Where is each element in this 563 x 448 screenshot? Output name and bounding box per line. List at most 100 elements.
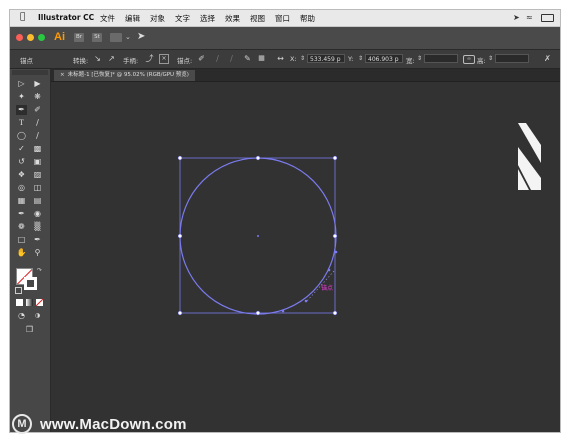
menu-file[interactable]: 文件: [100, 13, 115, 24]
shape-builder-tool-icon[interactable]: ◎: [16, 183, 27, 193]
anchor-point-bottom[interactable]: [281, 309, 285, 313]
height-field[interactable]: [495, 54, 529, 63]
curvature-tool-icon[interactable]: ✐: [32, 105, 43, 115]
convert-corner-icon[interactable]: ↘: [93, 54, 102, 63]
chevron-down-icon[interactable]: ⌄: [125, 33, 131, 41]
menu-window[interactable]: 窗口: [275, 13, 290, 24]
isolate-icon[interactable]: ✎: [243, 54, 252, 63]
change-screen-mode-icon[interactable]: ❒: [24, 325, 35, 335]
workspace-layout-icon[interactable]: [110, 33, 122, 42]
anchor-point-lower[interactable]: [304, 299, 308, 303]
column-graph-tool-icon[interactable]: ▒: [32, 222, 43, 232]
show-handles-icon[interactable]: ⤴: [145, 54, 154, 63]
menu-app-name[interactable]: Illustrator CC: [38, 13, 94, 22]
line-tool-icon[interactable]: ∕: [32, 118, 43, 128]
draw-mode-icon[interactable]: ◔: [16, 311, 27, 321]
document-tab-title: 未标题-1 [已恢复]* @ 95.02% (RGB/GPU 预览): [67, 72, 189, 78]
bridge-icon[interactable]: Br: [74, 33, 84, 42]
selection-tool-icon[interactable]: ▷: [16, 79, 27, 89]
gradient-mode-button[interactable]: [26, 299, 33, 306]
remove-anchor-icon[interactable]: ✐: [197, 54, 206, 63]
none-mode-button[interactable]: [36, 299, 43, 306]
handle-middle-right[interactable]: [332, 233, 338, 239]
menu-object[interactable]: 对象: [150, 13, 165, 24]
watermark-text: www.MacDown.com: [40, 416, 187, 433]
apple-icon[interactable]: : [20, 12, 25, 22]
anchor-point-right[interactable]: [334, 250, 338, 254]
default-fill-stroke-icon[interactable]: [15, 287, 22, 294]
cut-path-icon[interactable]: ∕: [227, 54, 236, 63]
handle-bottom-left[interactable]: [177, 310, 183, 316]
anchor-point-lower-right[interactable]: [327, 268, 331, 272]
menu-type[interactable]: 文字: [175, 13, 190, 24]
stroke-swatch[interactable]: [24, 277, 37, 290]
hand-tool-icon[interactable]: ✋: [16, 248, 27, 258]
blend-tool-icon[interactable]: ◉: [32, 209, 43, 219]
artboard-canvas[interactable]: 锚点: [51, 82, 560, 432]
color-mode-button[interactable]: [16, 299, 23, 306]
eraser-tool-icon[interactable]: ▩: [32, 144, 43, 154]
symbol-sprayer-tool-icon[interactable]: ❁: [16, 222, 27, 232]
handle-bottom-middle[interactable]: [255, 310, 261, 316]
transform-options-icon[interactable]: ↔: [276, 54, 285, 63]
battery-icon[interactable]: [541, 14, 554, 22]
screen-mode-icon[interactable]: ◑: [32, 311, 43, 321]
magic-wand-tool-icon[interactable]: ✦: [16, 92, 27, 102]
menu-select[interactable]: 选择: [200, 13, 215, 24]
handle-bottom-right[interactable]: [332, 310, 338, 316]
location-arrow-icon[interactable]: ➤: [513, 13, 520, 22]
lasso-tool-icon[interactable]: ❋: [32, 92, 43, 102]
free-transform-tool-icon[interactable]: ▨: [32, 170, 43, 180]
stock-icon[interactable]: St: [92, 33, 102, 42]
ellipse-tool-icon[interactable]: ◯: [16, 131, 27, 141]
handle-top-left[interactable]: [177, 155, 183, 161]
rotate-tool-icon[interactable]: ↺: [16, 157, 27, 167]
scale-tool-icon[interactable]: ▣: [32, 157, 43, 167]
handle-middle-left[interactable]: [177, 233, 183, 239]
zoom-tool-icon[interactable]: ⚲: [32, 248, 43, 258]
slice-tool-icon[interactable]: ✒: [32, 235, 43, 245]
hide-handles-icon[interactable]: ×: [159, 54, 169, 64]
constrain-proportions-icon[interactable]: ∞: [463, 55, 475, 64]
menu-help[interactable]: 帮助: [300, 13, 315, 24]
y-position-field[interactable]: 406.903 p: [365, 54, 403, 63]
illustrator-logo: Ai: [54, 31, 65, 43]
gpu-performance-icon[interactable]: ➤: [137, 31, 145, 42]
mesh-tool-icon[interactable]: ▦: [16, 196, 27, 206]
macdown-logo: M: [12, 414, 32, 434]
eyedropper-tool-icon[interactable]: ✒: [16, 209, 27, 219]
width-field[interactable]: [424, 54, 458, 63]
connect-anchor-icon[interactable]: ∕: [213, 54, 222, 63]
swap-fill-stroke-icon[interactable]: ↷: [37, 267, 42, 274]
close-window-button[interactable]: [16, 34, 23, 41]
type-tool-icon[interactable]: T: [16, 118, 27, 128]
x-stepper-icon[interactable]: ⇕: [298, 54, 307, 63]
zoom-window-button[interactable]: [38, 34, 45, 41]
y-stepper-icon[interactable]: ⇕: [356, 54, 365, 63]
panel-menu-icon[interactable]: ✗: [543, 54, 552, 63]
app-title-bar: Ai Br St ⌄ ➤: [10, 27, 560, 50]
perspective-grid-tool-icon[interactable]: ◫: [32, 183, 43, 193]
x-position-field[interactable]: 533.459 p: [307, 54, 345, 63]
paintbrush-tool-icon[interactable]: ∕: [32, 131, 43, 141]
menu-effect[interactable]: 效果: [225, 13, 240, 24]
direct-selection-tool-icon[interactable]: ▶: [32, 79, 43, 89]
wifi-icon[interactable]: ≈: [526, 13, 533, 22]
height-stepper-icon[interactable]: ⇕: [486, 54, 495, 63]
warp-tool-icon[interactable]: ❖: [16, 170, 27, 180]
artboard-tool-icon[interactable]: □: [16, 235, 27, 245]
panel-grip[interactable]: [12, 70, 48, 75]
width-stepper-icon[interactable]: ⇕: [415, 54, 424, 63]
align-icon[interactable]: ▦: [257, 54, 266, 63]
convert-smooth-icon[interactable]: ↗: [107, 54, 116, 63]
handle-top-right[interactable]: [332, 155, 338, 161]
menu-view[interactable]: 视图: [250, 13, 265, 24]
shaper-tool-icon[interactable]: ✓: [16, 144, 27, 154]
menu-edit[interactable]: 编辑: [125, 13, 140, 24]
close-tab-icon[interactable]: ×: [60, 72, 65, 78]
document-tab[interactable]: × 未标题-1 [已恢复]* @ 95.02% (RGB/GPU 预览): [54, 70, 195, 81]
gradient-tool-icon[interactable]: ▤: [32, 196, 43, 206]
handle-top-middle[interactable]: [255, 155, 261, 161]
minimize-window-button[interactable]: [27, 34, 34, 41]
pen-tool-icon[interactable]: ✒: [16, 105, 27, 115]
